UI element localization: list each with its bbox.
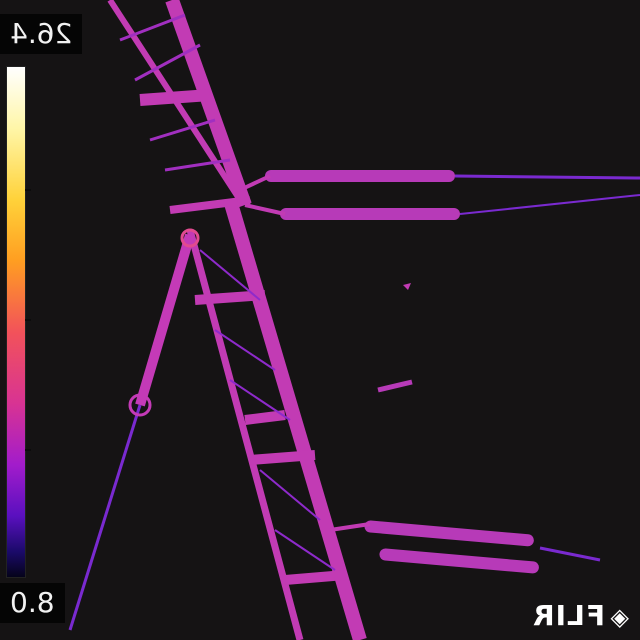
tower-main-leg <box>186 198 367 640</box>
palette-tick <box>25 319 31 321</box>
tower-left-upper <box>107 0 252 214</box>
insulator-upper-pair <box>239 170 640 220</box>
flir-wordmark: FLIR <box>531 599 605 632</box>
thermal-image-frame: 26.4 0.8 FLIR ◈ <box>0 0 640 640</box>
flir-logo: FLIR ◈ <box>532 599 630 632</box>
stray-fragment <box>403 283 411 290</box>
palette-tick <box>25 189 31 191</box>
guy-brace <box>68 228 200 631</box>
thermal-scene <box>68 0 640 640</box>
max-temperature-label: 26.4 <box>0 14 83 54</box>
insulator-lower-pair <box>329 520 601 574</box>
min-temperature-label: 0.8 <box>0 583 65 623</box>
palette-tick <box>25 449 31 451</box>
color-palette-bar <box>6 66 31 578</box>
stray-debris <box>377 379 413 393</box>
flir-diamond-logo-icon: ◈ <box>610 603 630 631</box>
